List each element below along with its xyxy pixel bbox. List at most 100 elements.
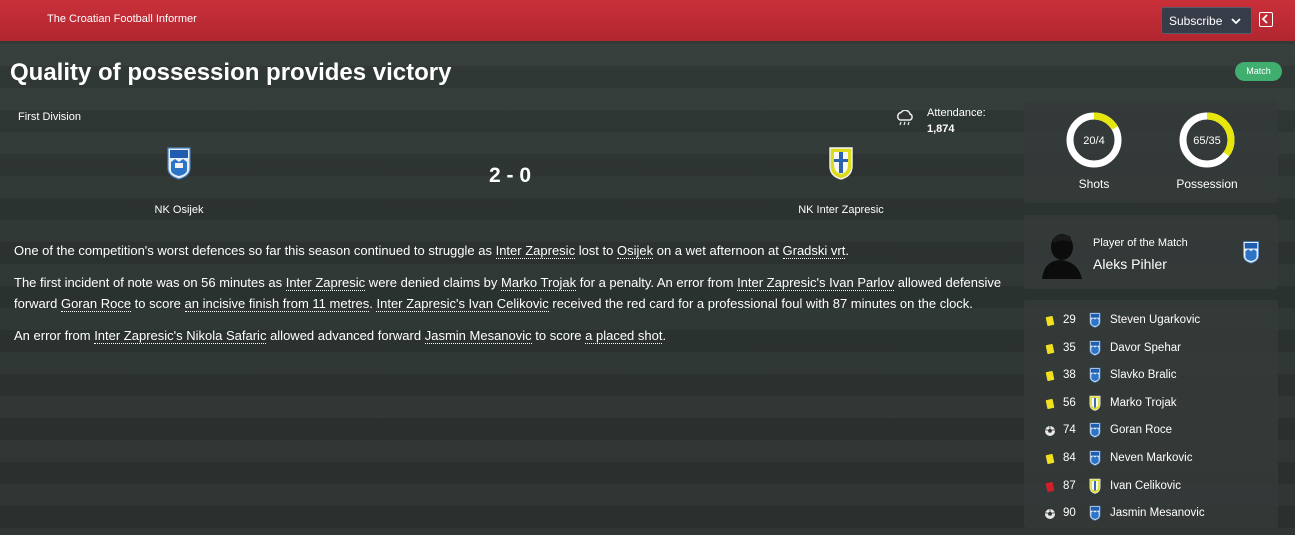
article-link[interactable]: Goran Roce	[60, 296, 132, 312]
event-player[interactable]: Davor Spehar	[1110, 342, 1181, 354]
event-player[interactable]: Goran Roce	[1110, 424, 1172, 436]
article-text: for a penalty. An error from	[576, 275, 738, 290]
article-link[interactable]: Jasmin Mesanovic	[424, 328, 532, 344]
osijek-crest-icon	[1089, 423, 1101, 439]
event-minute: 84	[1063, 451, 1076, 464]
red-card-icon	[1045, 481, 1055, 492]
subscribe-label: Subscribe	[1169, 13, 1223, 28]
article-text: One of the competition's worst defences …	[14, 243, 496, 258]
article-link[interactable]: Gradski vrt	[782, 243, 846, 259]
football-goal-icon	[1045, 509, 1055, 520]
event-row[interactable]: 29 Steven Ugarkovic	[1024, 307, 1278, 335]
osijek-crest-icon	[1089, 340, 1101, 356]
article-paragraph: One of the competition's worst defences …	[14, 240, 1009, 261]
article-headline: Quality of possession provides victory	[10, 59, 452, 86]
article-paragraph: An error from Inter Zapresic's Nikola Sa…	[14, 325, 1009, 346]
event-player[interactable]: Ivan Celikovic	[1110, 480, 1181, 492]
inter-zapresic-crest-icon	[1089, 395, 1101, 411]
player-silhouette-icon	[1042, 234, 1082, 279]
possession-donut-chart: 65/35	[1179, 112, 1235, 168]
osijek-crest-icon	[1089, 312, 1101, 328]
article-link[interactable]: Marko Trojak	[501, 275, 577, 291]
article-paragraph: The first incident of note was on 56 min…	[14, 272, 1009, 314]
match-score: 2 - 0	[488, 164, 532, 187]
top-bar: The Croatian Football Informer Subscribe	[0, 0, 1295, 41]
match-summary: First Division Attendance: 1,874 2 - 0 N…	[0, 100, 1015, 230]
article-text: .	[845, 243, 849, 258]
collapse-icon	[1261, 14, 1268, 24]
article-body: One of the competition's worst defences …	[14, 240, 1009, 357]
inter-zapresic-crest-icon[interactable]	[828, 146, 854, 180]
shots-donut-chart: 20/4	[1066, 112, 1122, 168]
article-link[interactable]: Osijek	[617, 243, 654, 259]
event-player[interactable]: Slavko Bralic	[1110, 369, 1176, 381]
home-team-name[interactable]: NK Osijek	[120, 204, 238, 216]
possession-value: 65/35	[1193, 135, 1221, 147]
article-text: The first incident of note was on 56 min…	[14, 275, 286, 290]
chevron-down-icon	[1231, 18, 1241, 25]
osijek-crest-icon	[1089, 367, 1101, 383]
article-link[interactable]: Inter Zapresic's Nikola Safaric	[94, 328, 267, 344]
article-link[interactable]: an incisive finish from 11 metres	[184, 296, 370, 312]
competition-name[interactable]: First Division	[18, 111, 81, 123]
article-text: allowed advanced forward	[266, 328, 425, 343]
event-minute: 87	[1063, 479, 1076, 492]
inter-zapresic-crest-icon	[1089, 478, 1101, 494]
article-text: .	[662, 328, 667, 343]
article-text: received the red card for a professional…	[548, 296, 973, 311]
match-stats-card: 20/4 Shots 65/35 Possession	[1024, 101, 1278, 203]
article-text: to score	[131, 296, 185, 311]
article-text: were denied claims by	[365, 275, 502, 290]
event-player[interactable]: Jasmin Mesanovic	[1110, 507, 1205, 519]
yellow-card-icon	[1045, 316, 1055, 326]
osijek-crest-icon[interactable]	[166, 146, 192, 180]
match-events-card: 29 Steven Ugarkovic 35 Davor Spehar 38 Slavko…	[1024, 300, 1278, 528]
yellow-card-icon	[1045, 453, 1055, 464]
event-player[interactable]: Marko Trojak	[1110, 397, 1176, 409]
yellow-card-icon	[1045, 371, 1055, 382]
potm-player-name[interactable]: Aleks Pihler	[1093, 256, 1167, 272]
event-minute: 38	[1063, 369, 1076, 382]
event-row[interactable]: 84 Neven Markovic	[1024, 445, 1278, 473]
article-text: on a wet afternoon at	[653, 243, 783, 258]
article-text: An error from	[14, 328, 95, 343]
match-badge: Match	[1235, 62, 1282, 81]
attendance-label: Attendance:	[927, 107, 986, 119]
article-link[interactable]: Inter Zapresic's Ivan Parlov	[737, 275, 895, 291]
osijek-crest-icon	[1242, 241, 1260, 264]
article-link[interactable]: Inter Zapresic	[495, 243, 576, 259]
away-team-name[interactable]: NK Inter Zapresic	[780, 204, 902, 216]
event-row[interactable]: 56 Marko Trojak	[1024, 390, 1278, 418]
rain-cloud-icon	[897, 110, 913, 126]
potm-title: Player of the Match	[1093, 237, 1188, 249]
event-minute: 74	[1063, 424, 1076, 437]
event-player[interactable]: Neven Markovic	[1110, 452, 1192, 464]
article-text: to score	[531, 328, 586, 343]
event-minute: 29	[1063, 314, 1076, 326]
attendance-value: 1,874	[927, 123, 955, 135]
yellow-card-icon	[1045, 398, 1055, 409]
article-link[interactable]: Inter Zapresic's Ivan Celikovic	[376, 296, 549, 312]
article-link[interactable]: a placed shot	[585, 328, 663, 344]
event-row[interactable]: 90 Jasmin Mesanovic	[1024, 500, 1278, 528]
event-minute: 35	[1063, 341, 1076, 354]
event-row[interactable]: 87 Ivan Celikovic	[1024, 473, 1278, 501]
article-text: lost to	[575, 243, 617, 258]
event-minute: 56	[1063, 396, 1076, 409]
osijek-crest-icon	[1089, 505, 1101, 521]
shots-label: Shots	[1078, 177, 1110, 191]
subscribe-dropdown[interactable]: Subscribe	[1161, 7, 1252, 34]
event-player[interactable]: Steven Ugarkovic	[1110, 314, 1200, 326]
events-list: 29 Steven Ugarkovic 35 Davor Spehar 38 Slavko…	[1024, 307, 1278, 528]
osijek-crest-icon	[1089, 450, 1101, 466]
yellow-card-icon	[1045, 343, 1055, 354]
event-row[interactable]: 74 Goran Roce	[1024, 417, 1278, 445]
event-row[interactable]: 38 Slavko Bralic	[1024, 362, 1278, 390]
collapse-panel-button[interactable]	[1259, 12, 1273, 27]
publication-name: The Croatian Football Informer	[47, 13, 197, 25]
event-row[interactable]: 35 Davor Spehar	[1024, 335, 1278, 363]
event-minute: 90	[1063, 507, 1076, 520]
player-of-match-card[interactable]: Player of the Match Aleks Pihler	[1024, 215, 1278, 289]
possession-label: Possession	[1176, 177, 1238, 191]
article-link[interactable]: Inter Zapresic	[285, 275, 366, 291]
